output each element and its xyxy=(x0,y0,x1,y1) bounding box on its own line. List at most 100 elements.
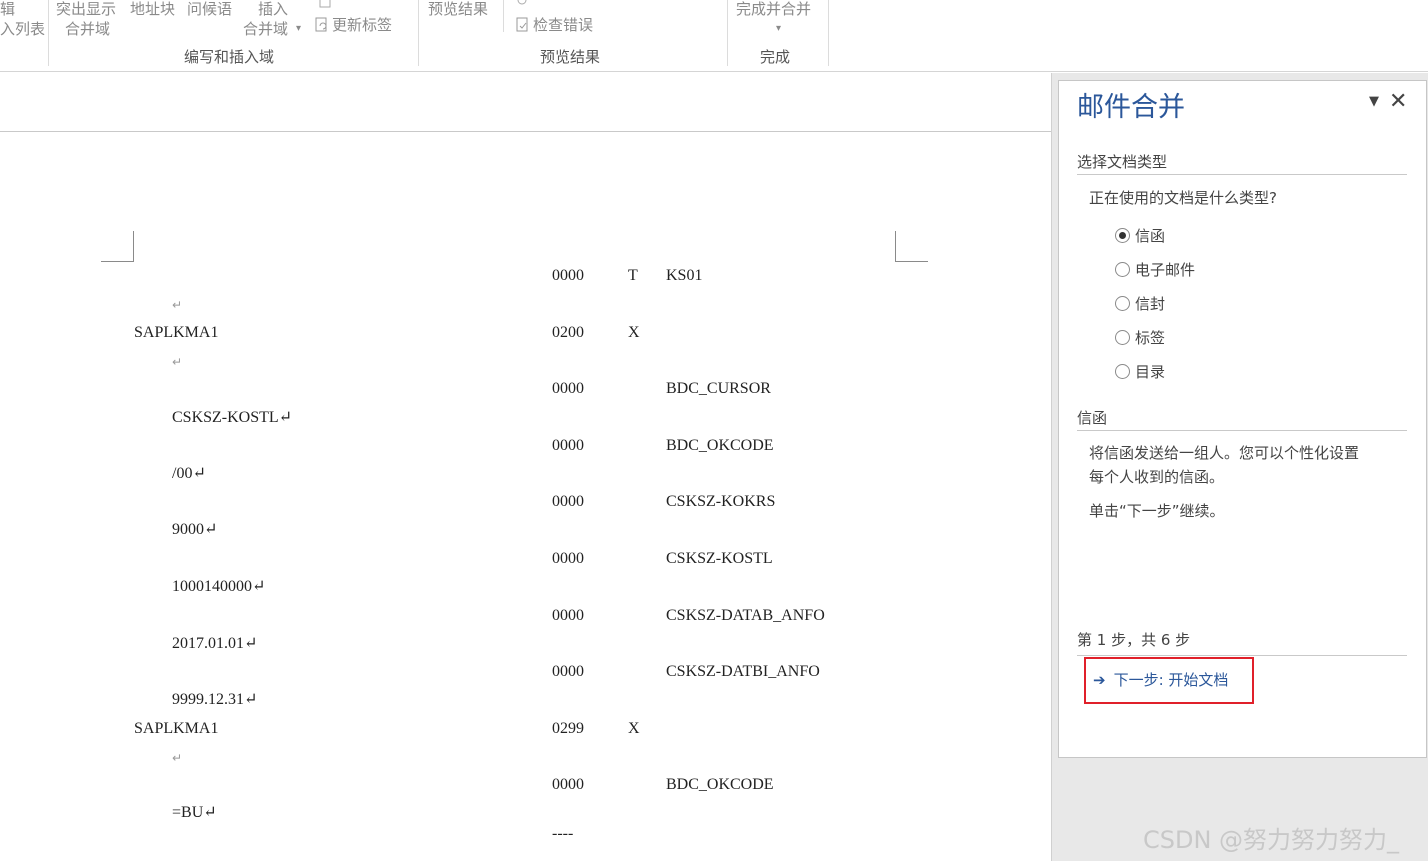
letter-description-line2: 每个人收到的信函。 xyxy=(1089,468,1225,486)
insert-merge-field-button[interactable]: 插入 xyxy=(258,0,288,18)
row-num: 0200 xyxy=(552,324,584,341)
chevron-down-icon[interactable]: ▾ xyxy=(776,20,781,38)
address-block-button[interactable]: 地址块 xyxy=(130,0,175,18)
arrow-right-icon: ➔ xyxy=(1093,671,1106,689)
row-field: CSKSZ-KOKRS xyxy=(666,493,776,510)
paragraph-mark: ↵ xyxy=(172,751,183,765)
row-num: 0299 xyxy=(552,720,584,737)
section-divider xyxy=(1077,655,1407,656)
finish-merge-button[interactable]: 完成并合并 xyxy=(736,0,811,18)
radio-option-envelope[interactable]: 信封 xyxy=(1115,294,1165,314)
doc-text-left: =BU↵ xyxy=(172,804,217,821)
close-icon[interactable]: ✕ xyxy=(1389,89,1407,114)
check-errors-button[interactable]: 检查错误 xyxy=(515,16,593,34)
doc-type-question: 正在使用的文档是什么类型? xyxy=(1089,189,1277,207)
doc-text-left: 9999.12.31↵ xyxy=(172,691,258,708)
update-labels-button[interactable]: 更新标签 xyxy=(314,16,392,34)
section-divider xyxy=(1077,174,1407,175)
doc-text-left: /00↵ xyxy=(172,465,206,482)
check-errors-icon xyxy=(516,17,528,32)
radio-label: 信函 xyxy=(1135,227,1166,245)
greeting-line-button[interactable]: 问候语 xyxy=(187,0,232,18)
doc-text-left: 9000↵ xyxy=(172,521,218,538)
doc-text-left: 2017.01.01↵ xyxy=(172,635,258,652)
doc-text-left: SAPLKMA1 xyxy=(134,720,219,737)
ribbon-separator xyxy=(48,0,49,66)
section-divider xyxy=(1077,430,1407,431)
row-field: BDC_CURSOR xyxy=(666,380,771,397)
row-num: 0000 xyxy=(552,437,584,454)
radio-button[interactable] xyxy=(1115,330,1130,345)
document-area[interactable]: ↵ SAPLKMA1 ↵ CSKSZ-KOSTL↵ /00↵ 9000↵ 100… xyxy=(0,73,1052,861)
ribbon: 辑 入列表 突出显示 合并域 地址块 问候语 插入 合并域 ▾ 更新标签 预览结… xyxy=(0,0,1428,72)
radio-label: 目录 xyxy=(1135,363,1166,381)
check-errors-label: 检查错误 xyxy=(533,16,594,34)
page-top-edge xyxy=(0,131,1052,132)
radio-option-email[interactable]: 电子邮件 xyxy=(1115,260,1195,280)
row-field: BDC_OKCODE xyxy=(666,437,774,454)
rules-button-fragment[interactable] xyxy=(318,0,336,10)
ribbon-fragment-list: 入列表 xyxy=(0,20,46,38)
crop-mark-left xyxy=(101,231,134,262)
section-heading-doc-type: 选择文档类型 xyxy=(1077,153,1168,171)
preview-results-button[interactable]: 预览结果 xyxy=(428,0,488,18)
chevron-down-icon[interactable]: ▾ xyxy=(296,20,301,38)
row-num: 0000 xyxy=(552,380,584,397)
paragraph-mark: ↵ xyxy=(172,298,183,312)
radio-button[interactable] xyxy=(1115,296,1130,311)
ribbon-fragment-edit: 辑 xyxy=(0,0,16,18)
radio-button-selected[interactable] xyxy=(1115,228,1130,243)
radio-label: 电子邮件 xyxy=(1135,261,1196,279)
highlight-merge-fields-button-label2[interactable]: 合并域 xyxy=(65,20,110,38)
next-step-link[interactable]: ➔ 下一步: 开始文档 xyxy=(1093,670,1228,690)
update-labels-icon xyxy=(315,17,327,32)
row-flag: T xyxy=(628,267,638,284)
find-recipient-fragment[interactable] xyxy=(515,0,533,10)
radio-option-directory[interactable]: 目录 xyxy=(1115,362,1165,382)
radio-button[interactable] xyxy=(1115,364,1130,379)
next-step-label: 下一步: 开始文档 xyxy=(1113,671,1229,689)
row-flag: X xyxy=(628,324,640,341)
letter-description-line1: 将信函发送给一组人。您可以个性化设置 xyxy=(1089,444,1360,462)
row-num: 0000 xyxy=(552,267,584,284)
radio-option-label[interactable]: 标签 xyxy=(1115,328,1165,348)
group-label-preview: 预览结果 xyxy=(540,48,601,66)
row-field: CSKSZ-KOSTL xyxy=(666,550,773,567)
row-num: 0000 xyxy=(552,550,584,567)
row-field: CSKSZ-DATBI_ANFO xyxy=(666,663,820,680)
group-label-finish: 完成 xyxy=(760,48,791,66)
watermark: CSDN @努力努力努力_ xyxy=(1143,826,1400,854)
highlight-merge-fields-button[interactable]: 突出显示 xyxy=(56,0,116,18)
pane-options-icon[interactable]: ▼ xyxy=(1369,94,1379,109)
mail-merge-pane: 邮件合并 ▼ ✕ 选择文档类型 正在使用的文档是什么类型? 信函 电子邮件 信封… xyxy=(1058,80,1427,758)
row-field: BDC_OKCODE xyxy=(666,776,774,793)
row-num: 0000 xyxy=(552,493,584,510)
radio-label: 信封 xyxy=(1135,295,1166,313)
row-num: 0000 xyxy=(552,607,584,624)
continue-hint: 单击“下一步”继续。 xyxy=(1089,502,1225,520)
radio-option-letter[interactable]: 信函 xyxy=(1115,226,1165,246)
crop-mark-right xyxy=(895,231,928,262)
row-num: 0000 xyxy=(552,776,584,793)
ribbon-separator xyxy=(828,0,829,66)
doc-text-left: 1000140000↵ xyxy=(172,578,266,595)
pane-title: 邮件合并 xyxy=(1077,92,1185,123)
update-labels-label: 更新标签 xyxy=(332,16,393,34)
doc-text-left: SAPLKMA1 xyxy=(134,324,219,341)
step-indicator: 第 1 步，共 6 步 xyxy=(1077,631,1191,649)
radio-label: 标签 xyxy=(1135,329,1166,347)
find-recipient-icon xyxy=(517,0,527,5)
paragraph-mark: ↵ xyxy=(172,355,183,369)
row-flag: X xyxy=(628,720,640,737)
insert-merge-field-button-label2[interactable]: 合并域 xyxy=(243,20,288,38)
doc-text-left: CSKSZ-KOSTL↵ xyxy=(172,409,293,426)
row-field: CSKSZ-DATAB_ANFO xyxy=(666,607,825,624)
ribbon-separator xyxy=(503,0,504,32)
ribbon-separator xyxy=(418,0,419,66)
section-heading-letter: 信函 xyxy=(1077,409,1108,427)
row-field: KS01 xyxy=(666,267,703,284)
radio-button[interactable] xyxy=(1115,262,1130,277)
rules-icon xyxy=(319,0,331,8)
row-num: 0000 xyxy=(552,663,584,680)
row-num: ---- xyxy=(552,825,574,842)
